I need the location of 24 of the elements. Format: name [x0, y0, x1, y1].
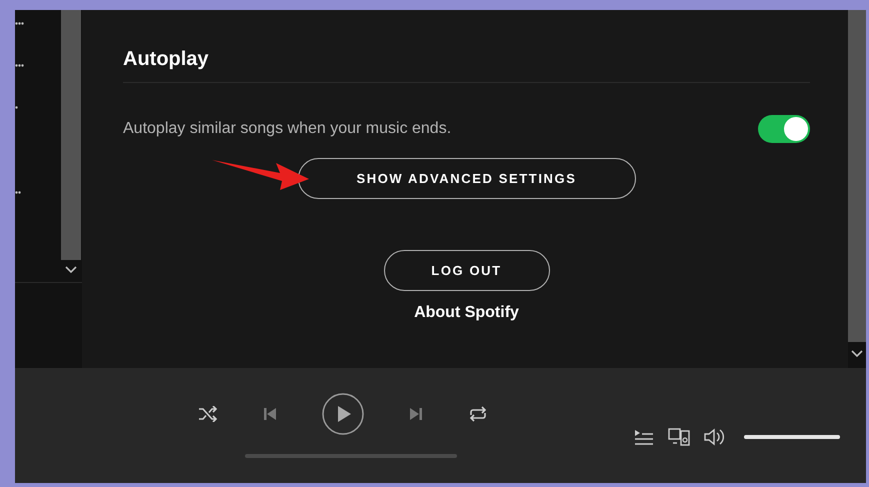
dots-icon [15, 191, 21, 194]
scrollbar-thumb[interactable] [848, 10, 866, 342]
progress-track[interactable] [245, 454, 457, 458]
section-title: Autoplay [123, 48, 810, 83]
setting-label: Autoplay similar songs when your music ends. [123, 120, 452, 138]
show-advanced-settings-button[interactable]: SHOW ADVANCED SETTINGS [298, 158, 636, 199]
dots-icon [15, 64, 24, 67]
dot-icon [15, 106, 18, 109]
about-link[interactable]: About Spotify [414, 304, 519, 322]
chevron-down-icon[interactable] [851, 350, 863, 358]
chevron-down-icon[interactable] [65, 266, 77, 274]
log-out-button[interactable]: LOG OUT [384, 250, 550, 291]
toggle-switch[interactable] [758, 115, 810, 143]
previous-icon[interactable] [263, 407, 277, 421]
scrollbar-thumb[interactable] [61, 10, 81, 260]
dots-icon [15, 22, 24, 25]
queue-icon[interactable] [634, 428, 654, 444]
volume-slider[interactable] [744, 434, 840, 438]
next-icon[interactable] [409, 407, 423, 421]
play-button[interactable] [322, 393, 364, 435]
devices-icon[interactable] [668, 428, 690, 446]
repeat-icon[interactable] [468, 406, 488, 422]
shuffle-icon[interactable] [198, 406, 218, 422]
volume-icon[interactable] [704, 428, 726, 446]
